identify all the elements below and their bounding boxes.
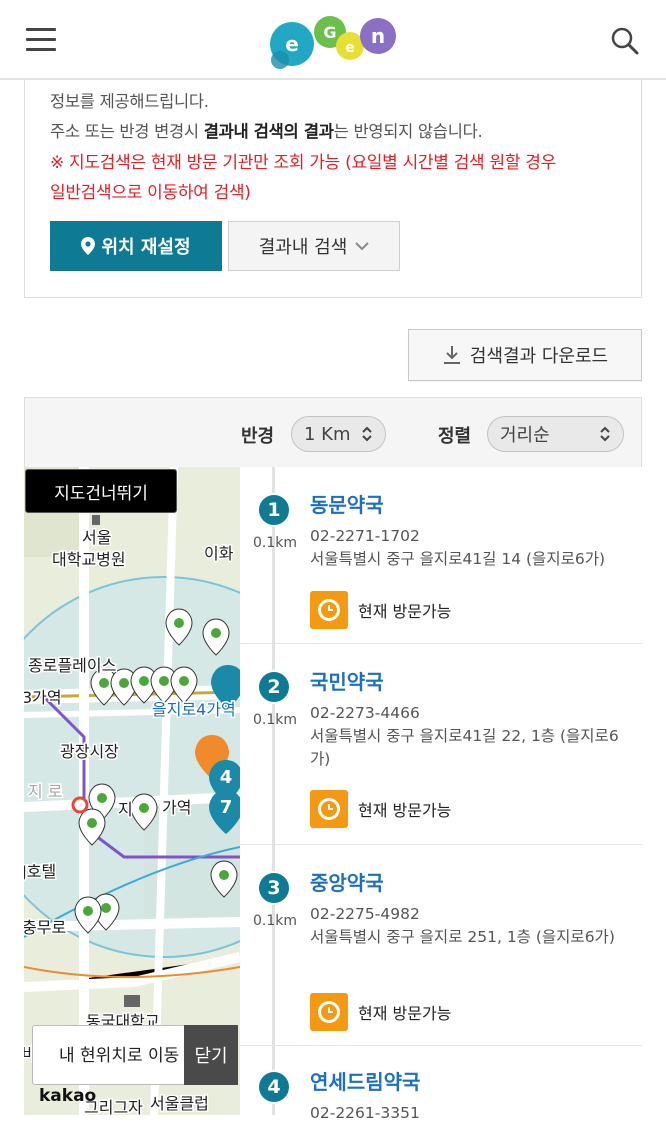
info-text: 정보를 제공해드립니다.	[50, 92, 209, 111]
svg-text:4: 4	[220, 767, 233, 788]
visit-status: 현재 방문가능	[310, 591, 451, 629]
visit-status-label: 현재 방문가능	[358, 801, 452, 820]
kakao-logo: kakao	[39, 1086, 97, 1106]
map-label: 서울	[82, 528, 111, 547]
info-text-refine-notice: 주소 또는 반경 변경시 결과내 검색의 결과는 반영되지 않습니다.	[50, 122, 483, 141]
select-arrows-icon	[362, 426, 372, 442]
distance-text: 0.1km	[253, 712, 298, 728]
address-text: 서울특별시 중구 을지로41길 22, 1층 (을지로6가)	[310, 727, 619, 768]
radius-value: 1 Km	[304, 423, 351, 445]
refine-search-button[interactable]: 결과내 검색	[228, 221, 400, 271]
result-number-badge: 2	[257, 670, 291, 704]
visit-status: 현재 방문가능	[310, 993, 451, 1031]
move-to-current-location-button[interactable]: 내 현위치로 이동	[32, 1025, 192, 1085]
map-label: 가역	[162, 798, 191, 817]
distance-text: 0.1km	[253, 913, 298, 929]
phone-number[interactable]: 02-2273-4466	[310, 704, 420, 722]
visit-status: 현재 방문가능	[310, 790, 451, 828]
refine-search-label: 결과내 검색	[258, 237, 348, 258]
result-number-badge: 1	[257, 493, 291, 527]
clock-icon	[310, 790, 348, 828]
chevron-down-icon	[355, 241, 369, 250]
list-item[interactable]: 3 0.1km 중앙약국 02-2275-4982 서울특별시 중구 을지로 2…	[240, 845, 642, 1046]
map-view[interactable]: 4 7 서울 대학교병원 이화 종로플레이스 3가역 을지로4가역 광장시장 지…	[24, 467, 240, 1115]
map-search-warning-cont: 일반검색으로 이동하여 검색)	[50, 183, 251, 203]
hospital-icon	[92, 515, 100, 525]
map-label: 3가역	[24, 688, 62, 707]
pharmacy-name-link[interactable]: 중앙약국	[310, 867, 384, 896]
e-gen-logo[interactable]: e G e n	[268, 12, 400, 70]
svg-text:e: e	[285, 32, 299, 56]
app-header: e G e n	[0, 0, 666, 80]
map-label: 이화	[204, 544, 234, 563]
phone-number[interactable]: 02-2271-1702	[310, 527, 420, 545]
result-number-badge: 4	[257, 1070, 291, 1104]
pharmacy-name-link[interactable]: 연세드림약국	[310, 1066, 420, 1095]
svg-text:e: e	[345, 40, 355, 56]
map-label: 충무로	[24, 918, 66, 937]
phone-number[interactable]: 02-2275-4982	[310, 905, 420, 923]
svg-text:n: n	[371, 24, 385, 48]
pharmacy-name-link[interactable]: 국민약국	[310, 666, 384, 695]
phone-number[interactable]: 02-2261-3351	[310, 1104, 420, 1122]
svg-text:G: G	[323, 23, 336, 42]
clock-icon	[310, 591, 348, 629]
select-arrows-icon	[600, 426, 610, 442]
map-label: 을지로4가역	[152, 700, 236, 719]
list-item[interactable]: 1 0.1km 동문약국 02-2271-1702 서울특별시 중구 을지로41…	[240, 467, 642, 644]
download-icon	[443, 346, 460, 364]
map-canvas[interactable]: 4 7 서울 대학교병원 이화 종로플레이스 3가역 을지로4가역 광장시장 지…	[24, 467, 240, 1115]
close-map-button[interactable]: 닫기	[184, 1025, 238, 1085]
map-label: 서울클럽	[150, 1094, 209, 1113]
svg-text:7: 7	[220, 797, 233, 818]
filter-bar: 반경 1 Km 정렬 거리순	[24, 397, 642, 469]
address-text: 서울특별시 중구 을지로41길 14 (을지로6가)	[310, 550, 606, 568]
visit-status-label: 현재 방문가능	[358, 602, 452, 621]
pharmacy-name-link[interactable]: 동문약국	[310, 489, 384, 518]
sort-label: 정렬	[438, 426, 472, 447]
location-pin-icon	[81, 237, 96, 255]
map-label: 광장시장	[60, 742, 119, 761]
distance-text: 0.1km	[253, 535, 298, 551]
search-info-panel: 정보를 제공해드립니다. 주소 또는 반경 변경시 결과내 검색의 결과는 반영…	[24, 80, 642, 298]
map-label: 지 로	[28, 782, 63, 801]
download-results-button[interactable]: 검색결과 다운로드	[408, 329, 642, 381]
sort-value: 거리순	[500, 425, 550, 446]
list-item[interactable]: 4 연세드림약국 02-2261-3351	[240, 1046, 642, 1122]
hamburger-menu-icon[interactable]	[26, 28, 56, 52]
map-label: 종로플레이스	[28, 656, 116, 675]
reset-location-button[interactable]: 위치 재설정	[50, 221, 222, 271]
download-label: 검색결과 다운로드	[469, 346, 609, 367]
reset-location-label: 위치 재설정	[101, 237, 191, 258]
map-label: 대학교병원	[52, 550, 126, 569]
result-number-badge: 3	[257, 871, 291, 905]
address-text: 서울특별시 중구 을지로 251, 1층 (을지로6가)	[310, 928, 615, 946]
skip-map-button[interactable]: 지도건너뛰기	[25, 469, 177, 513]
result-list: 1 0.1km 동문약국 02-2271-1702 서울특별시 중구 을지로41…	[240, 467, 642, 1122]
radius-label: 반경	[241, 426, 275, 447]
search-icon[interactable]	[610, 26, 640, 56]
sort-select[interactable]: 거리순	[487, 416, 624, 452]
university-icon	[124, 995, 140, 1007]
clock-icon	[310, 993, 348, 1031]
visit-status-label: 현재 방문가능	[358, 1004, 452, 1023]
map-search-warning: ※ 지도검색은 현재 방문 기관만 조회 가능 (요일별 시간별 검색 원할 경…	[50, 153, 556, 173]
map-label: J호텔	[24, 862, 56, 881]
map-label: 지	[118, 800, 133, 819]
list-item[interactable]: 2 0.1km 국민약국 02-2273-4466 서울특별시 중구 을지로41…	[240, 644, 642, 845]
current-location-marker	[71, 796, 89, 814]
radius-select[interactable]: 1 Km	[291, 416, 386, 452]
